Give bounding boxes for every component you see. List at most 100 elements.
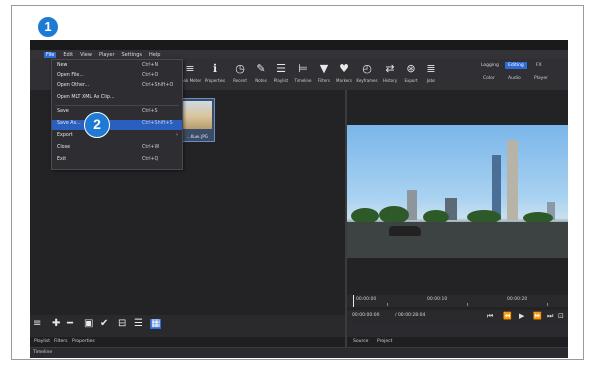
layout-logging[interactable]: Logging [478, 62, 502, 69]
details-view-icon[interactable]: ⊟ [118, 319, 126, 329]
menu-help[interactable]: Help [149, 52, 160, 58]
menu-item-open-mlt-xml[interactable]: Open MLT XML As Clip... [52, 94, 182, 104]
fast-forward-icon[interactable]: ⏩ [533, 312, 542, 320]
menu-item-open-other[interactable]: Open Other... Ctrl+Shift+O [52, 82, 182, 92]
menu-settings[interactable]: Settings [122, 52, 143, 58]
menu-item-label: Open MLT XML As Clip... [57, 95, 115, 100]
menu-item-shortcut: Ctrl+Shift+S [142, 121, 173, 126]
tab-filters[interactable]: Filters [54, 339, 68, 344]
player-ruler[interactable]: 00:00:00 00:00:10 00:00:20 [347, 295, 568, 307]
menu-item-save[interactable]: Save Ctrl+S [52, 108, 182, 118]
menu-item-shortcut: Ctrl+N [142, 63, 159, 68]
timecode-field[interactable]: 00:00:00:00 [352, 313, 379, 318]
duration-label: / 00:00:28:04 [395, 313, 426, 318]
toolbar-label: Properties [204, 78, 226, 83]
menu-item-label: Export [57, 133, 73, 138]
toolbar-label: Keyframes [356, 78, 378, 83]
menu-item-label: Open File... [57, 73, 84, 78]
remove-icon[interactable]: ━ [67, 319, 73, 329]
ruler-label: 00:00:20 [507, 297, 528, 302]
building [507, 140, 518, 220]
layout-color[interactable]: Color [483, 76, 495, 81]
toolbar-label: Jobs [426, 78, 436, 83]
toolbar-label: Playlist [273, 78, 289, 83]
menu-item-export[interactable]: Export › [52, 132, 182, 142]
play-icon[interactable]: ▶ [519, 312, 524, 320]
title-strip [30, 40, 568, 50]
video-preview [347, 125, 568, 258]
ruler-label: 00:00:10 [427, 297, 448, 302]
tab-source[interactable]: Source [353, 339, 368, 344]
clip-thumbnail[interactable]: ...Kuw..JPG [180, 98, 215, 142]
layout-editing[interactable]: Editing [505, 62, 527, 69]
menu-edit[interactable]: Edit [63, 52, 73, 58]
menu-item-close[interactable]: Close Ctrl+W [52, 144, 182, 154]
menu-item-label: Open Other... [57, 83, 90, 88]
car [389, 226, 421, 236]
grid-view-icon[interactable]: ▦ [150, 319, 162, 329]
menu-item-exit[interactable]: Exit Ctrl+Q [52, 156, 182, 166]
menu-item-save-as[interactable]: Save As... Ctrl+Shift+S [52, 120, 182, 130]
menu-bar: File Edit View Player Settings Help [30, 50, 568, 59]
ruler-label: 00:00:00 [356, 297, 377, 302]
playhead[interactable] [353, 295, 354, 307]
update-icon[interactable]: ▣ [84, 319, 93, 329]
menu-item-shortcut: Ctrl+Shift+O [142, 83, 174, 88]
menu-icon[interactable]: ≡ [33, 319, 41, 329]
toolbar-markers[interactable]: ♥ Markers [332, 62, 356, 83]
timeline-dock: Timeline [30, 347, 568, 358]
ruler-tick [547, 303, 548, 306]
menu-separator [55, 105, 179, 106]
menu-file[interactable]: File [44, 51, 57, 58]
menu-item-label: New [57, 63, 68, 68]
menu-player[interactable]: Player [99, 52, 115, 58]
menu-item-new[interactable]: New Ctrl+N [52, 62, 182, 72]
menu-item-label: Save As... [57, 121, 81, 126]
skip-end-icon[interactable]: ⏭ [547, 312, 553, 321]
menu-item-label: Exit [57, 157, 67, 162]
menu-item-shortcut: Ctrl+W [142, 145, 160, 150]
main-toolbar: ≡ Peak Meter ℹ Properties ◷ Recent ✎ Not… [178, 59, 568, 90]
menu-item-label: Save [57, 109, 69, 114]
transport-bar: 00:00:00:00 / 00:00:28:04 ⏮ ⏪ ▶ ⏩ ⏭ ⊡ [347, 310, 568, 324]
skip-start-icon[interactable]: ⏮ [487, 312, 493, 321]
toolbar-keyframes[interactable]: ◴ Keyframes [355, 62, 379, 83]
tab-properties[interactable]: Properties [72, 339, 95, 344]
rewind-icon[interactable]: ⏪ [503, 312, 512, 320]
clip-image [183, 101, 212, 129]
tab-playlist[interactable]: Playlist [34, 339, 50, 344]
left-tabs: Playlist Filters Properties [30, 337, 345, 347]
tab-project[interactable]: Project [377, 339, 392, 344]
toolbar-properties[interactable]: ℹ Properties [203, 62, 227, 83]
info-icon: ℹ [212, 62, 218, 75]
list-view-icon[interactable]: ☰ [134, 319, 143, 329]
timeline-title: Timeline [33, 350, 53, 355]
menu-view[interactable]: View [80, 52, 92, 58]
ruler-tick [387, 303, 388, 306]
layout-audio[interactable]: Audio [508, 76, 521, 81]
menu-item-label: Close [57, 145, 71, 150]
file-menu-dropdown: New Ctrl+N Open File... Ctrl+O Open Othe… [51, 59, 183, 170]
zoom-icon[interactable]: ⊡ [558, 312, 564, 320]
menu-item-shortcut: Ctrl+Q [142, 157, 159, 162]
add-icon[interactable]: ✚ [52, 319, 60, 329]
menu-item-shortcut: Ctrl+O [142, 73, 159, 78]
step-2-badge: 2 [84, 112, 110, 138]
clip-caption: ...Kuw..JPG [187, 134, 208, 139]
road [347, 222, 568, 258]
playlist-toolbar: ≡ ✚ ━ ▣ ✔ ⊟ ☰ ▦ [30, 315, 345, 335]
marker-icon: ♥ [339, 62, 349, 75]
jobs-icon: ≣ [426, 62, 436, 75]
right-tabs: Source Project [347, 337, 568, 347]
layout-fx[interactable]: FX [533, 62, 545, 69]
submenu-arrow-icon: › [176, 132, 178, 138]
menu-item-open-file[interactable]: Open File... Ctrl+O [52, 72, 182, 82]
keyframe-icon: ◴ [362, 62, 372, 75]
toolbar-playlist[interactable]: ☰ Playlist [269, 62, 293, 83]
ruler-tick [467, 303, 468, 306]
playlist-icon: ☰ [276, 62, 286, 75]
toolbar-jobs[interactable]: ≣ Jobs [419, 62, 443, 83]
check-icon[interactable]: ✔ [100, 319, 108, 329]
layout-player[interactable]: Player [534, 76, 548, 81]
toolbar-label: Markers [336, 78, 352, 83]
